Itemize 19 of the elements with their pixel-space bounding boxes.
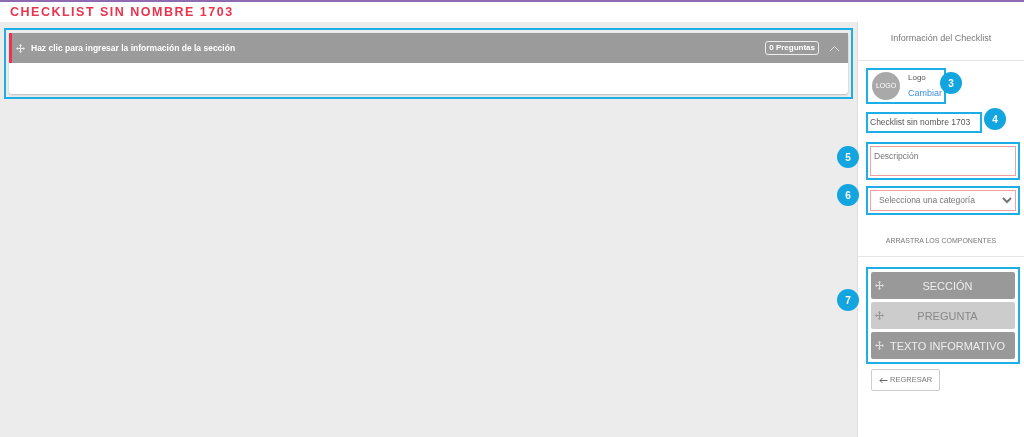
move-icon	[875, 311, 884, 321]
move-icon	[875, 341, 884, 351]
section-header[interactable]: Haz clic para ingresar la información de la sección 0 Preguntas	[9, 33, 848, 63]
change-link[interactable]: Cambiar	[908, 87, 942, 98]
chevron-up-icon[interactable]	[829, 44, 840, 52]
component-button[interactable]: SECCIÓN	[871, 272, 1015, 300]
logo-label: Logo	[908, 71, 927, 84]
sidebar-title: Información del Checklist	[858, 22, 1024, 61]
arrow-left-icon	[879, 376, 888, 384]
move-icon	[16, 43, 25, 53]
description-field[interactable]: Descripción	[866, 141, 1020, 180]
move-icon	[875, 281, 884, 291]
question-count: 0 Preguntas	[765, 41, 819, 55]
step-badge: 4	[984, 108, 1006, 130]
category-select[interactable]: Selecciona una categoría	[866, 185, 1020, 215]
page-title: CHECKLIST SIN NOMBRE 1703	[10, 3, 234, 21]
name-field[interactable]: Checklist sin nombre 1703	[866, 112, 982, 133]
component-button[interactable]: TEXTO INFORMATIVO	[871, 332, 1015, 360]
section-title: Haz clic para ingresar la información de la sección	[31, 41, 236, 55]
